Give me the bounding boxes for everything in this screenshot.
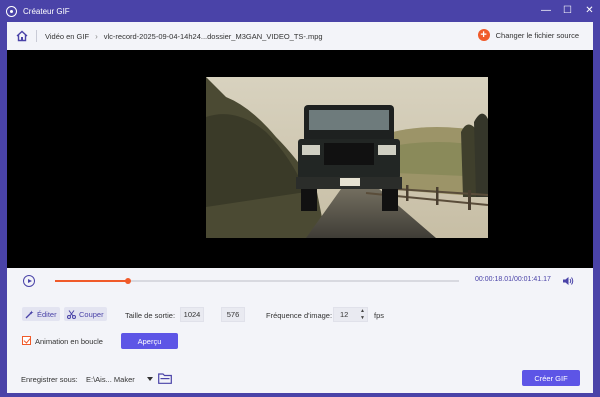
frame-rate-label: Fréquence d'image: xyxy=(266,311,333,320)
app-logo-icon xyxy=(6,5,17,17)
edit-label: Éditer xyxy=(37,309,57,319)
save-bar: Enregistrer sous: E:\Ais... Maker Créer … xyxy=(7,364,593,393)
title-bar: Créateur GIF — ☐ ✕ xyxy=(0,0,600,22)
output-size-label: Taille de sortie: xyxy=(125,311,176,320)
scissors-icon xyxy=(67,309,76,319)
output-width-field[interactable]: 1024 xyxy=(180,307,204,322)
cut-button[interactable]: Couper xyxy=(64,307,107,321)
minimize-icon[interactable]: — xyxy=(541,0,551,22)
loop-checkbox[interactable] xyxy=(22,336,31,345)
window-title: Créateur GIF xyxy=(23,6,70,16)
close-icon[interactable]: ✕ xyxy=(585,0,594,22)
save-path[interactable]: E:\Ais... Maker xyxy=(86,375,135,384)
breadcrumb-file: vlc-record-2025-09-04-14h24...dossier_M3… xyxy=(103,31,323,41)
cut-label: Couper xyxy=(79,309,104,319)
progress-handle[interactable] xyxy=(124,278,131,284)
gif-settings: Éditer Couper Taille de sortie: 1024 576… xyxy=(7,294,593,364)
breadcrumb-divider xyxy=(36,30,37,42)
maximize-icon[interactable]: ☐ xyxy=(563,0,572,22)
breadcrumb: Vidéo en GIF › vlc-record-2025-09-04-14h… xyxy=(7,22,593,50)
plus-icon: + xyxy=(477,29,490,41)
home-icon[interactable] xyxy=(16,30,28,42)
change-source-label: Changer le fichier source xyxy=(495,30,579,40)
total-time: 00:01:41.17 xyxy=(513,276,551,283)
gif-maker-window: Créateur GIF — ☐ ✕ Vidéo en GIF › vlc-re… xyxy=(0,0,600,397)
loop-label[interactable]: Animation en boucle xyxy=(35,337,103,346)
video-frame xyxy=(206,77,488,238)
progress-slider[interactable] xyxy=(55,278,459,284)
chevron-right-icon: › xyxy=(95,31,98,41)
save-as-label: Enregistrer sous: xyxy=(21,375,78,384)
preview-button[interactable]: Aperçu xyxy=(121,333,178,349)
frame-rate-stepper[interactable]: ▲ ▼ xyxy=(359,308,366,321)
fps-unit: fps xyxy=(374,311,385,320)
chevron-down-icon[interactable]: ▼ xyxy=(360,315,365,321)
video-preview xyxy=(7,50,593,268)
window-controls: — ☐ ✕ xyxy=(541,0,594,22)
breadcrumb-section[interactable]: Vidéo en GIF xyxy=(45,32,89,41)
play-button[interactable] xyxy=(23,275,35,287)
change-source-button[interactable]: + Changer le fichier source xyxy=(477,29,579,41)
magic-wand-icon xyxy=(25,310,34,318)
main-panel: Vidéo en GIF › vlc-record-2025-09-04-14h… xyxy=(7,22,593,393)
timecode: 00:00:18.01/00:01:41.17 xyxy=(475,276,551,283)
edit-button[interactable]: Éditer xyxy=(22,307,60,321)
chevron-up-icon[interactable]: ▲ xyxy=(360,308,365,314)
folder-icon[interactable] xyxy=(158,373,172,384)
create-gif-button[interactable]: Créer GIF xyxy=(522,370,580,386)
chevron-down-icon[interactable] xyxy=(147,377,153,381)
progress-fill xyxy=(55,280,128,282)
output-height-field[interactable]: 576 xyxy=(221,307,245,322)
volume-icon[interactable] xyxy=(562,275,574,287)
playback-bar: 00:00:18.01/00:01:41.17 xyxy=(7,268,593,294)
current-time: 00:00:18.01 xyxy=(475,276,512,283)
